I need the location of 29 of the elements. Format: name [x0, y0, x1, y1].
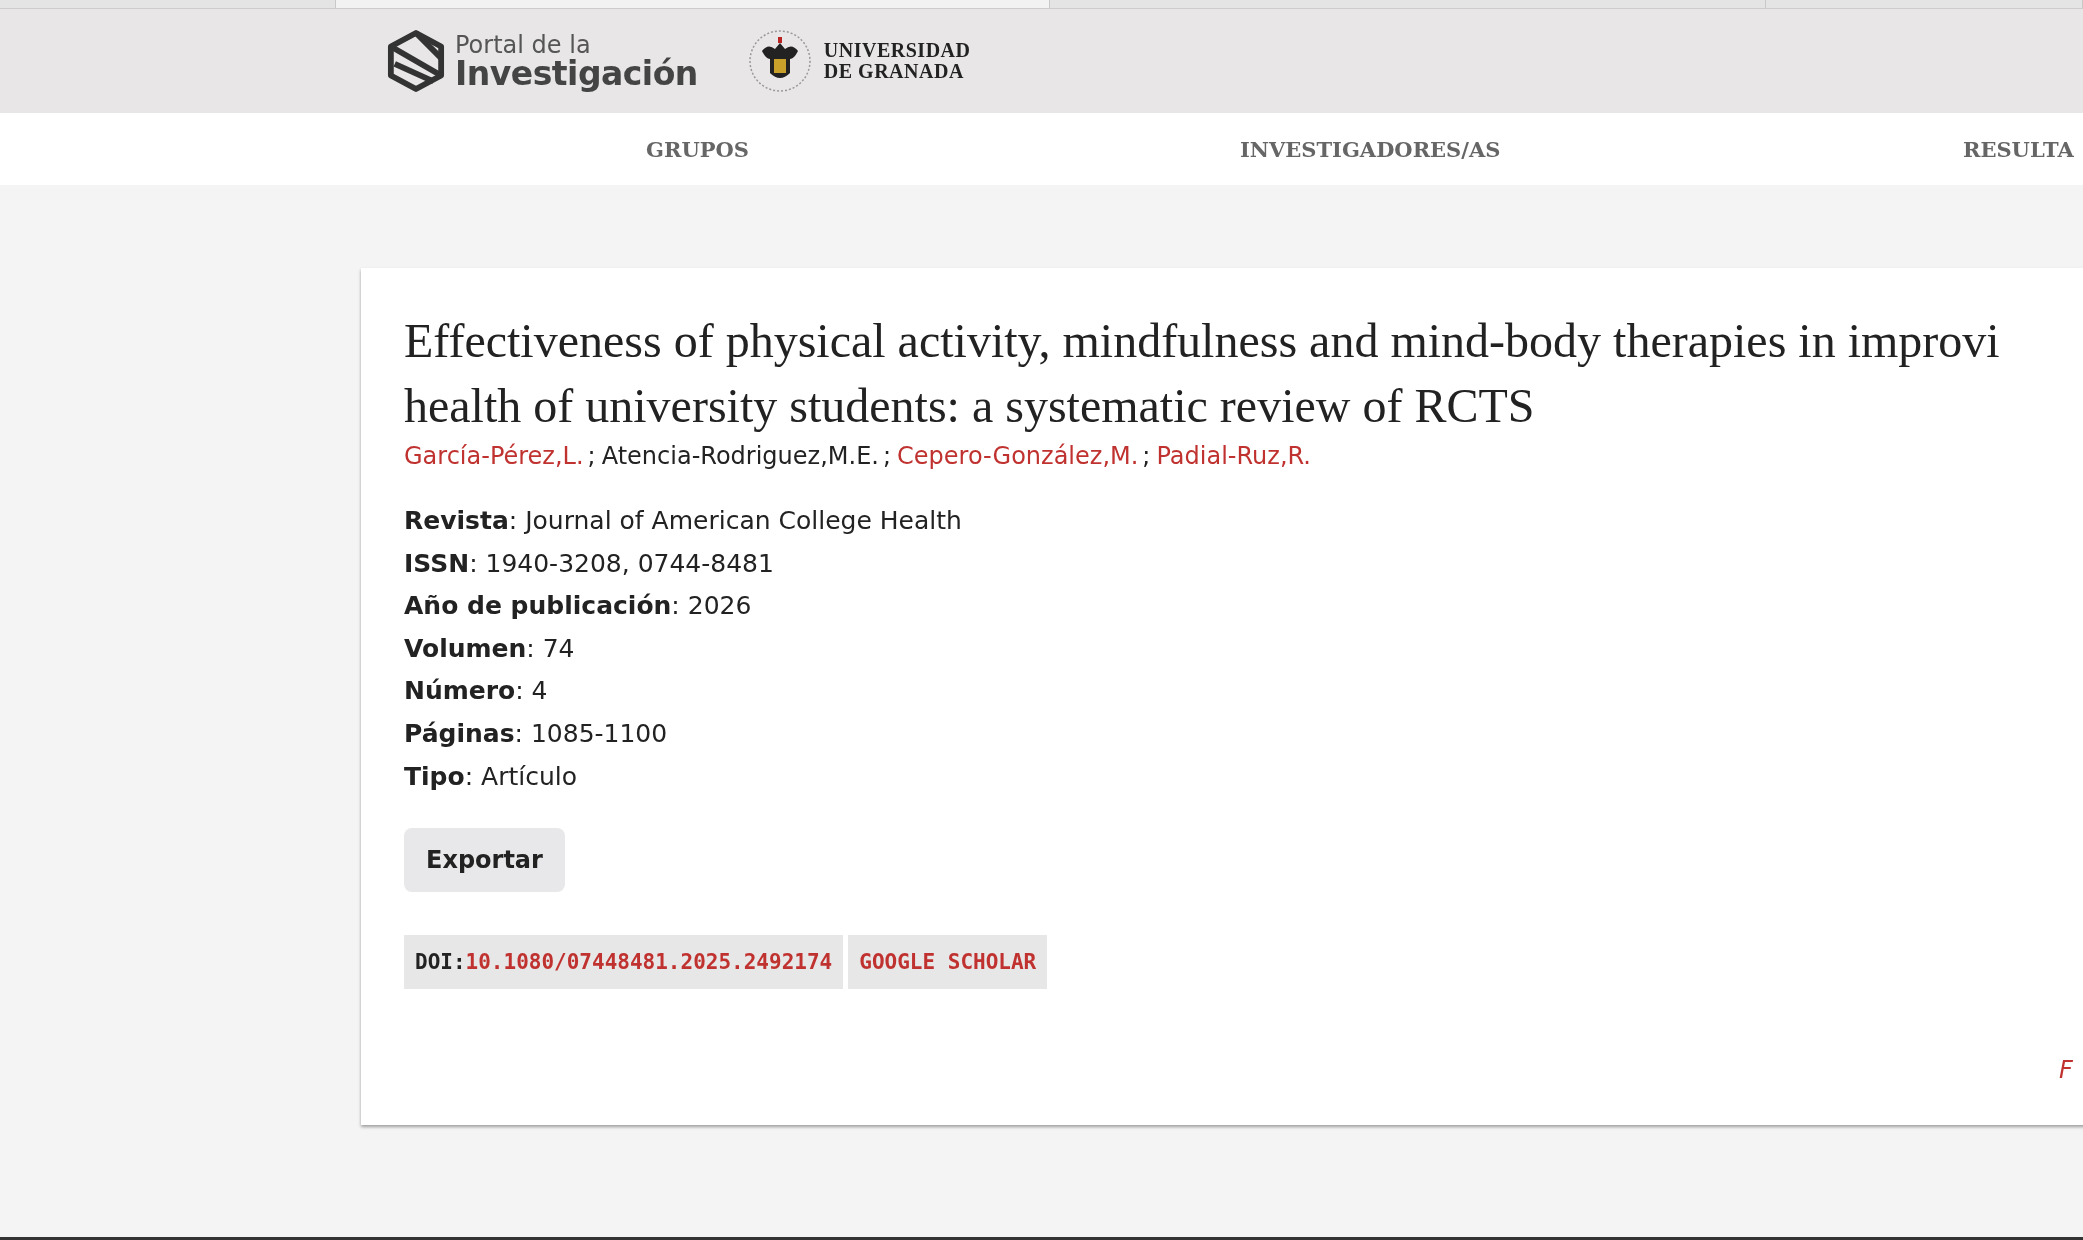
corner-link[interactable]: F — [2059, 1056, 2073, 1084]
author-name: Atencia-Rodriguez,M.E. — [601, 442, 879, 470]
university-name-line: DE GRANADA — [823, 61, 965, 82]
nav-link[interactable]: RESULTA — [1963, 137, 2074, 162]
metadata-line: Número: 4 — [404, 675, 549, 708]
portal-logo-text: Portal de la — [455, 32, 591, 57]
coat-of-arms-icon — [747, 29, 812, 93]
metadata-line: Año de publicación: 2026 — [404, 590, 753, 623]
author-link[interactable]: García-Pérez,L. — [404, 442, 584, 470]
metadata-line: Revista: Journal of American College Health — [404, 505, 963, 537]
export-button[interactable]: Exportar — [404, 828, 565, 893]
metadata-line: Páginas: 1085-1100 — [404, 717, 669, 750]
author-link[interactable]: Padial-Ruz,R. — [1156, 442, 1311, 470]
nav-link[interactable]: INVESTIGADORES/AS — [1240, 137, 1501, 162]
portal-logo-title: Investigación — [455, 56, 698, 90]
separator: ; — [587, 442, 596, 470]
separator: ; — [882, 442, 891, 470]
doi-label: DOI: — [415, 950, 466, 975]
metadata-line: ISSN: 1940-3208, 0744-8481 — [404, 547, 775, 580]
nav-link[interactable]: GRUPOS — [646, 137, 749, 162]
hexagon-logo-icon — [387, 28, 445, 94]
university-name-line: UNIVERSIDAD — [823, 40, 971, 61]
author-link[interactable]: Cepero-González,M. — [897, 442, 1139, 470]
metadata-line: Tipo: Artículo — [404, 760, 579, 793]
google-scholar-link[interactable]: GOOGLE SCHOLAR — [848, 935, 1048, 990]
publication-title: Effectiveness of physical activity, mindfulness and mind-body therapies in improvi health of university students: a systematic review of RCTS — [404, 313, 2001, 434]
separator: ; — [1142, 442, 1151, 470]
doi-link[interactable]: 10.1080/07448481.2025.2492174 — [465, 950, 833, 975]
metadata-line: Volumen: 74 — [404, 632, 576, 665]
